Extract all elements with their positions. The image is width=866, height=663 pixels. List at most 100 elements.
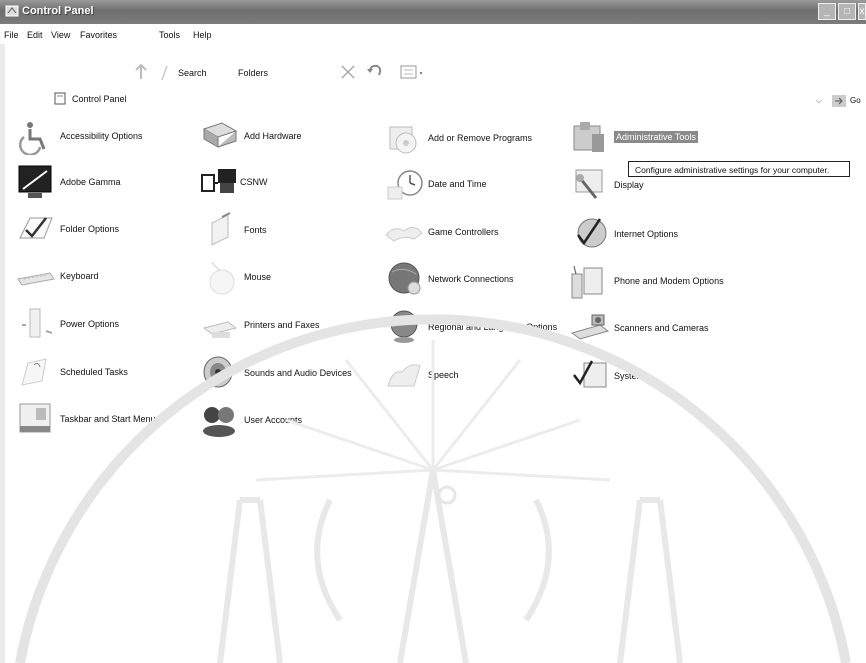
item-add-remove-programs[interactable]: Add or Remove Programs: [384, 116, 532, 160]
keyboard-icon: [17, 272, 55, 286]
go-arrow-icon[interactable]: [831, 94, 847, 108]
item-label: Speech: [428, 370, 459, 380]
item-taskbar-and-start-menu[interactable]: Taskbar and Start Menu: [16, 397, 156, 441]
close-button[interactable]: x: [858, 3, 866, 20]
item-scanners-and-cameras[interactable]: Scanners and Cameras: [570, 306, 709, 350]
menu-view[interactable]: View: [51, 30, 70, 40]
menu-file[interactable]: File: [4, 30, 19, 40]
item-phone-and-modem-options[interactable]: Phone and Modem Options: [570, 259, 724, 303]
up-folder-icon[interactable]: [130, 61, 152, 83]
printers-faxes-icon: [202, 321, 238, 338]
item-accessibility-options[interactable]: Accessibility Options: [16, 114, 143, 158]
item-label: Game Controllers: [428, 227, 499, 237]
menu-tools[interactable]: Tools: [159, 30, 180, 40]
add-hardware-icon: [202, 122, 238, 148]
system-icon: [573, 360, 607, 388]
folders-button[interactable]: Folders: [238, 68, 268, 78]
item-label: Network Connections: [428, 274, 514, 284]
item-label: Internet Options: [614, 229, 679, 239]
scheduled-tasks-icon: [21, 358, 47, 386]
item-game-controllers[interactable]: Game Controllers: [384, 210, 499, 254]
item-label: Scheduled Tasks: [60, 367, 128, 377]
item-date-and-time[interactable]: Date and Time: [384, 162, 487, 206]
phone-modem-icon: [571, 265, 603, 299]
item-mouse[interactable]: Mouse: [200, 255, 271, 299]
item-label: System: [614, 371, 645, 381]
chevron-down-icon[interactable]: ⌵: [816, 96, 822, 106]
add-remove-programs-icon: [389, 126, 417, 154]
item-add-hardware[interactable]: Add Hardware: [200, 114, 302, 158]
item-label: Regional and Language Options: [428, 322, 558, 332]
address-field[interactable]: Control Panel: [72, 94, 127, 104]
item-label: Phone and Modem Options: [614, 276, 724, 286]
item-user-accounts[interactable]: User Accounts: [200, 398, 302, 442]
item-label: Date and Time: [428, 179, 487, 189]
item-fonts[interactable]: Fonts: [200, 208, 267, 252]
item-label: Folder Options: [60, 224, 120, 234]
item-label: CSNW: [240, 177, 268, 187]
item-internet-options[interactable]: Internet Options: [570, 212, 678, 256]
search-icon[interactable]: [158, 64, 172, 82]
game-controllers-icon: [385, 227, 423, 242]
menu-favorites[interactable]: Favorites: [80, 30, 117, 40]
item-regional-and-language-options[interactable]: Regional and Language Options: [384, 305, 557, 349]
views-icon[interactable]: [400, 65, 424, 79]
speech-icon: [387, 364, 421, 387]
mouse-icon: [209, 261, 235, 295]
power-options-icon: [22, 308, 53, 338]
undo-icon[interactable]: [366, 62, 384, 80]
go-button[interactable]: Go: [850, 96, 861, 105]
item-csnw[interactable]: CSNW: [200, 160, 268, 204]
csnw-icon: [201, 169, 236, 193]
regional-language-icon: [390, 310, 418, 343]
item-label: Printers and Faxes: [244, 320, 320, 330]
control-panel-small-icon: [54, 92, 66, 105]
tooltip: Configure administrative settings for yo…: [628, 161, 850, 177]
item-adobe-gamma[interactable]: Adobe Gamma: [16, 160, 121, 204]
toolbar: Search Folders: [0, 58, 866, 86]
minimize-button[interactable]: _: [818, 3, 836, 20]
item-sounds-and-audio-devices[interactable]: Sounds and Audio Devices: [200, 351, 352, 395]
folder-options-icon: [19, 217, 53, 239]
item-label: Mouse: [244, 272, 272, 282]
window-frame: [0, 44, 5, 663]
maximize-button[interactable]: □: [838, 3, 856, 20]
search-button[interactable]: Search: [178, 68, 207, 78]
item-label: Scanners and Cameras: [614, 323, 709, 333]
item-label: Fonts: [244, 225, 267, 235]
user-accounts-icon: [203, 407, 235, 437]
item-system[interactable]: System: [570, 354, 644, 398]
menu-edit[interactable]: Edit: [27, 30, 43, 40]
network-connections-icon: [388, 262, 421, 295]
control-panel-icon: [5, 5, 19, 17]
item-label: User Accounts: [244, 415, 303, 425]
item-scheduled-tasks[interactable]: Scheduled Tasks: [16, 350, 128, 394]
item-label: Display: [614, 180, 644, 190]
sounds-audio-icon: [203, 356, 233, 388]
item-label: Adobe Gamma: [60, 177, 121, 187]
display-icon: [575, 169, 603, 199]
adobe-gamma-icon: [18, 165, 52, 198]
menu-bar: File Edit View Favorites Tools Help: [0, 24, 866, 44]
item-label: Administrative Tools: [614, 131, 698, 143]
item-administrative-tools[interactable]: Administrative Tools: [570, 115, 698, 159]
delete-icon[interactable]: [340, 64, 356, 80]
item-label: Power Options: [60, 319, 120, 329]
title-bar: Control Panel _ □ x: [0, 0, 866, 24]
menu-help[interactable]: Help: [193, 30, 212, 40]
administrative-tools-icon: [573, 122, 604, 152]
internet-options-icon: [577, 218, 607, 248]
item-power-options[interactable]: Power Options: [16, 302, 119, 346]
item-label: Add or Remove Programs: [428, 133, 533, 143]
accessibility-icon: [19, 122, 46, 155]
item-label: Taskbar and Start Menu: [60, 414, 156, 424]
item-speech[interactable]: Speech: [384, 353, 459, 397]
fonts-icon: [211, 212, 231, 246]
item-printers-and-faxes[interactable]: Printers and Faxes: [200, 303, 320, 347]
item-network-connections[interactable]: Network Connections: [384, 257, 514, 301]
item-folder-options[interactable]: Folder Options: [16, 207, 119, 251]
item-keyboard[interactable]: Keyboard: [16, 254, 99, 298]
address-bar: Control Panel ⌵ Go: [0, 86, 866, 112]
item-label: Add Hardware: [244, 131, 302, 141]
scanners-cameras-icon: [570, 314, 610, 340]
